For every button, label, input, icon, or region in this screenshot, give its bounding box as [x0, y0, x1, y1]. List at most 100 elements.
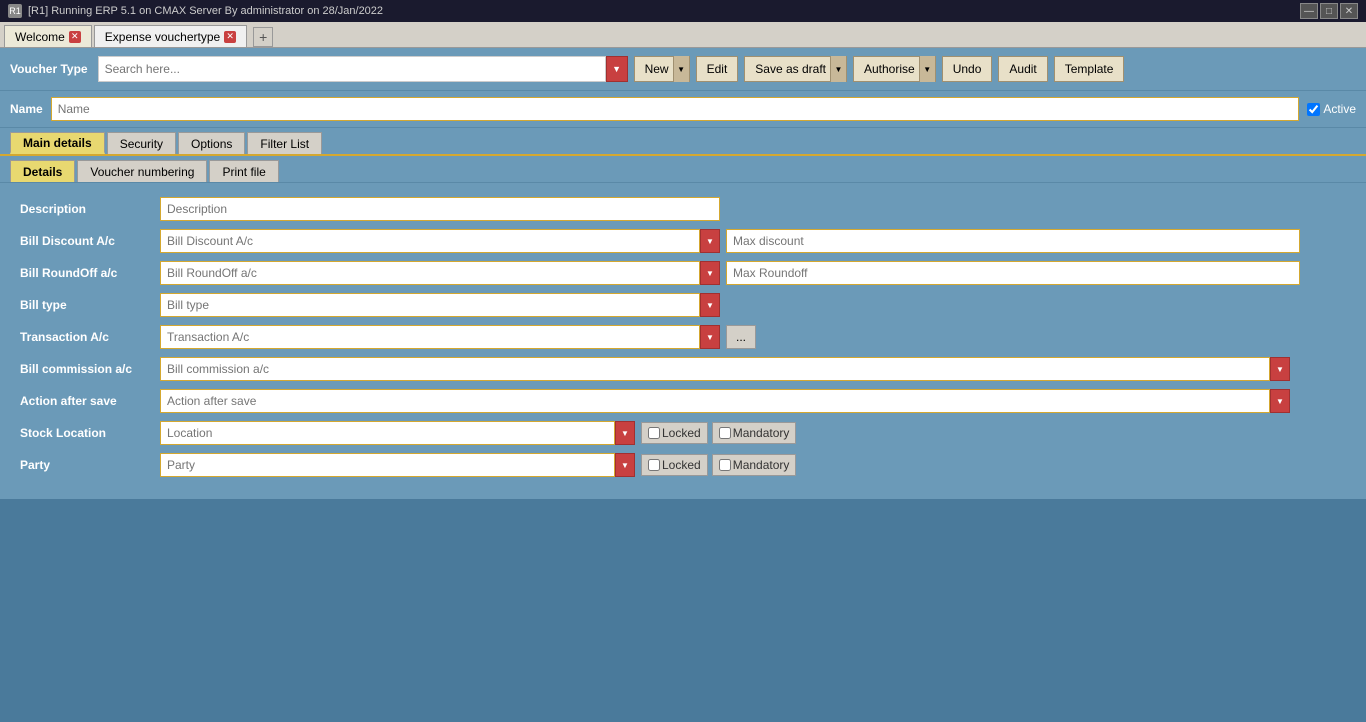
name-row: Name Active	[0, 91, 1366, 128]
edit-button[interactable]: Edit	[696, 56, 739, 82]
bill-type-input[interactable]	[160, 293, 700, 317]
close-button[interactable]: ✕	[1340, 3, 1358, 19]
tab-filter-list[interactable]: Filter List	[247, 132, 322, 154]
new-button[interactable]: New ▼	[634, 56, 690, 82]
maximize-button[interactable]: □	[1320, 3, 1338, 19]
tab-expense-vouchertype[interactable]: Expense vouchertype ✕	[94, 25, 247, 47]
location-dropdown-arrow[interactable]: ▼	[615, 421, 635, 445]
description-input[interactable]	[160, 197, 720, 221]
max-discount-input[interactable]	[726, 229, 1300, 253]
location-mandatory-checkbox[interactable]	[719, 427, 731, 439]
name-input[interactable]	[51, 97, 1300, 121]
edit-button-label: Edit	[707, 62, 728, 76]
authorise-label: Authorise	[864, 62, 915, 76]
bill-roundoff-row: Bill RoundOff a/c ▼	[20, 261, 1346, 285]
stock-location-row: Stock Location ▼ Locked Mandatory	[20, 421, 1346, 445]
bill-type-row: Bill type ▼	[20, 293, 1346, 317]
tab-voucher-numbering[interactable]: Voucher numbering	[77, 160, 207, 182]
party-locked-checkbox[interactable]	[648, 459, 660, 471]
sub-tabs-bar: Details Voucher numbering Print file	[0, 156, 1366, 183]
authorise-button[interactable]: Authorise ▼	[853, 56, 936, 82]
bill-type-field: ▼	[160, 293, 720, 317]
undo-label: Undo	[953, 62, 982, 76]
party-dropdown-arrow[interactable]: ▼	[615, 453, 635, 477]
add-tab-button[interactable]: +	[253, 27, 273, 47]
action-after-save-input[interactable]	[160, 389, 1270, 413]
location-locked-checkbox[interactable]	[648, 427, 660, 439]
undo-button[interactable]: Undo	[942, 56, 993, 82]
bill-commission-dropdown-arrow[interactable]: ▼	[1270, 357, 1290, 381]
save-as-draft-button[interactable]: Save as draft ▼	[744, 56, 847, 82]
bill-roundoff-dropdown-arrow[interactable]: ▼	[700, 261, 720, 285]
voucher-type-input[interactable]	[98, 56, 606, 82]
description-label: Description	[20, 202, 160, 216]
transaction-ac-label: Transaction A/c	[20, 330, 160, 344]
tab-welcome[interactable]: Welcome ✕	[4, 25, 92, 47]
tab-expense-label: Expense vouchertype	[105, 30, 220, 44]
transaction-ac-dropdown-arrow[interactable]: ▼	[700, 325, 720, 349]
transaction-ac-input[interactable]	[160, 325, 700, 349]
audit-label: Audit	[1009, 62, 1036, 76]
tab-details-label: Details	[23, 165, 62, 179]
tab-expense-close[interactable]: ✕	[224, 31, 236, 43]
tab-print-file[interactable]: Print file	[209, 160, 278, 182]
title-bar: R1 [R1] Running ERP 5.1 on CMAX Server B…	[0, 0, 1366, 22]
bill-commission-input[interactable]	[160, 357, 1270, 381]
tab-welcome-close[interactable]: ✕	[69, 31, 81, 43]
location-checkboxes: Locked Mandatory	[641, 422, 796, 444]
active-label: Active	[1323, 102, 1356, 116]
action-after-save-label: Action after save	[20, 394, 160, 408]
save-as-draft-label: Save as draft	[755, 62, 826, 76]
location-locked-checkbox-container: Locked	[641, 422, 708, 444]
bill-type-dropdown-arrow[interactable]: ▼	[700, 293, 720, 317]
title-text: [R1] Running ERP 5.1 on CMAX Server By a…	[28, 5, 383, 17]
location-mandatory-label: Mandatory	[733, 426, 790, 440]
save-as-draft-arrow[interactable]: ▼	[830, 56, 846, 82]
party-locked-label: Locked	[662, 458, 701, 472]
authorise-arrow[interactable]: ▼	[919, 56, 935, 82]
tab-print-file-label: Print file	[222, 165, 265, 179]
tab-details[interactable]: Details	[10, 160, 75, 182]
location-input[interactable]	[160, 421, 615, 445]
content-area: Description Bill Discount A/c ▼ Bill Rou…	[0, 183, 1366, 499]
transaction-ac-field: ▼	[160, 325, 720, 349]
tab-security-label: Security	[120, 137, 163, 151]
location-locked-label: Locked	[662, 426, 701, 440]
minimize-button[interactable]: —	[1300, 3, 1318, 19]
tab-filter-list-label: Filter List	[260, 137, 309, 151]
tab-security[interactable]: Security	[107, 132, 176, 154]
bill-roundoff-field: ▼	[160, 261, 720, 285]
party-row: Party ▼ Locked Mandatory	[20, 453, 1346, 477]
party-mandatory-checkbox-container: Mandatory	[712, 454, 797, 476]
bill-discount-input[interactable]	[160, 229, 700, 253]
bill-discount-field: ▼	[160, 229, 720, 253]
party-locked-checkbox-container: Locked	[641, 454, 708, 476]
action-after-save-row: Action after save ▼	[20, 389, 1346, 413]
max-roundoff-input[interactable]	[726, 261, 1300, 285]
bill-roundoff-input[interactable]	[160, 261, 700, 285]
voucher-type-search: ▼	[98, 56, 628, 82]
party-input[interactable]	[160, 453, 615, 477]
tab-main-details[interactable]: Main details	[10, 132, 105, 154]
party-label: Party	[20, 458, 160, 472]
bill-commission-label: Bill commission a/c	[20, 362, 160, 376]
template-button[interactable]: Template	[1054, 56, 1125, 82]
new-button-arrow[interactable]: ▼	[673, 56, 689, 82]
template-label: Template	[1065, 62, 1114, 76]
location-field: ▼	[160, 421, 635, 445]
audit-button[interactable]: Audit	[998, 56, 1047, 82]
tab-options-label: Options	[191, 137, 232, 151]
location-mandatory-checkbox-container: Mandatory	[712, 422, 797, 444]
action-after-save-dropdown-arrow[interactable]: ▼	[1270, 389, 1290, 413]
tab-options[interactable]: Options	[178, 132, 245, 154]
tab-welcome-label: Welcome	[15, 30, 65, 44]
bill-discount-dropdown-arrow[interactable]: ▼	[700, 229, 720, 253]
transaction-ac-row: Transaction A/c ▼ ...	[20, 325, 1346, 349]
bill-discount-row: Bill Discount A/c ▼	[20, 229, 1346, 253]
party-checkboxes: Locked Mandatory	[641, 454, 796, 476]
transaction-ac-ellipsis-button[interactable]: ...	[726, 325, 756, 349]
tab-main-details-label: Main details	[23, 136, 92, 150]
voucher-type-dropdown-arrow[interactable]: ▼	[606, 56, 628, 82]
active-checkbox[interactable]	[1307, 103, 1320, 116]
party-mandatory-checkbox[interactable]	[719, 459, 731, 471]
